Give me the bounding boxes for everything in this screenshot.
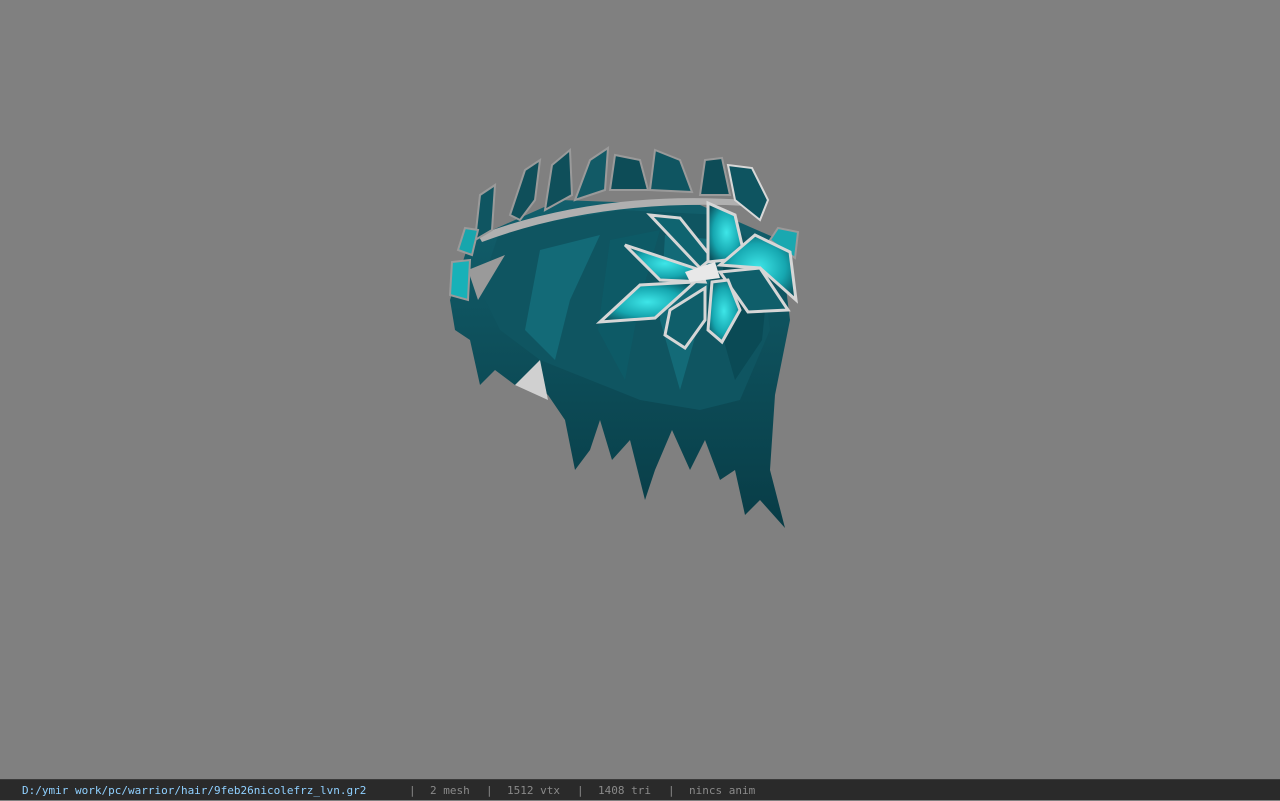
mesh-count: 2 mesh xyxy=(430,784,470,797)
vertex-count: 1512 vtx xyxy=(507,784,560,797)
separator: | xyxy=(486,784,493,797)
status-bar: D:/ymir work/pc/warrior/hair/9feb26nicol… xyxy=(0,779,1280,800)
anim-status: nincs anim xyxy=(689,784,756,797)
3d-viewport[interactable] xyxy=(0,0,1280,779)
separator: | xyxy=(668,784,675,797)
separator: | xyxy=(409,784,416,797)
hair-model-render[interactable] xyxy=(0,0,1280,779)
separator: | xyxy=(577,784,584,797)
triangle-count: 1408 tri xyxy=(598,784,651,797)
file-path: D:/ymir work/pc/warrior/hair/9feb26nicol… xyxy=(22,784,367,797)
